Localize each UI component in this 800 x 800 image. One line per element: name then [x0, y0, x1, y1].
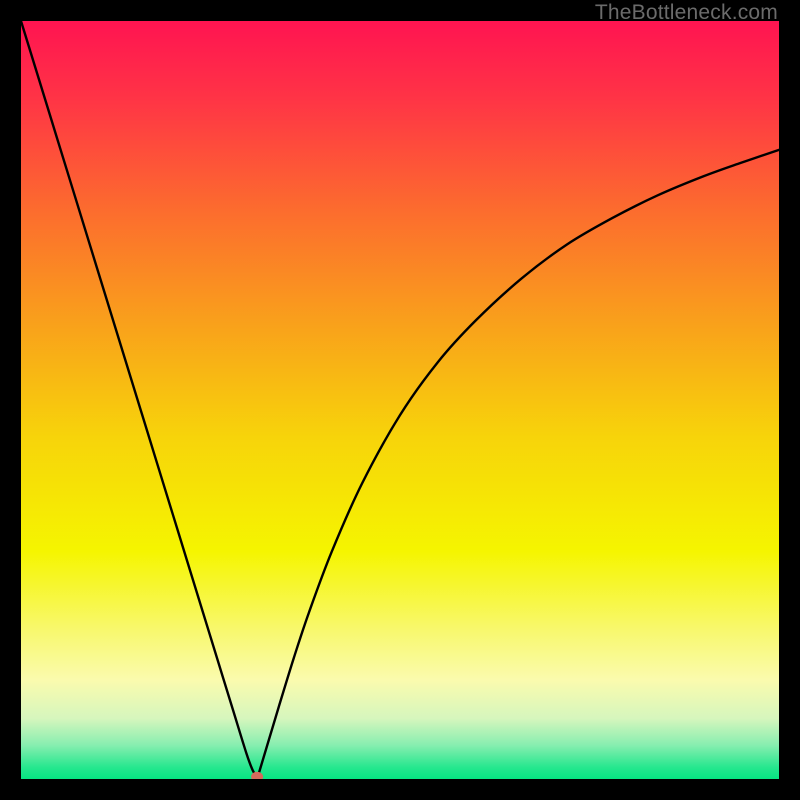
chart-background [21, 21, 779, 779]
chart-frame [21, 21, 779, 779]
bottleneck-chart [21, 21, 779, 779]
watermark-text: TheBottleneck.com [595, 1, 778, 25]
